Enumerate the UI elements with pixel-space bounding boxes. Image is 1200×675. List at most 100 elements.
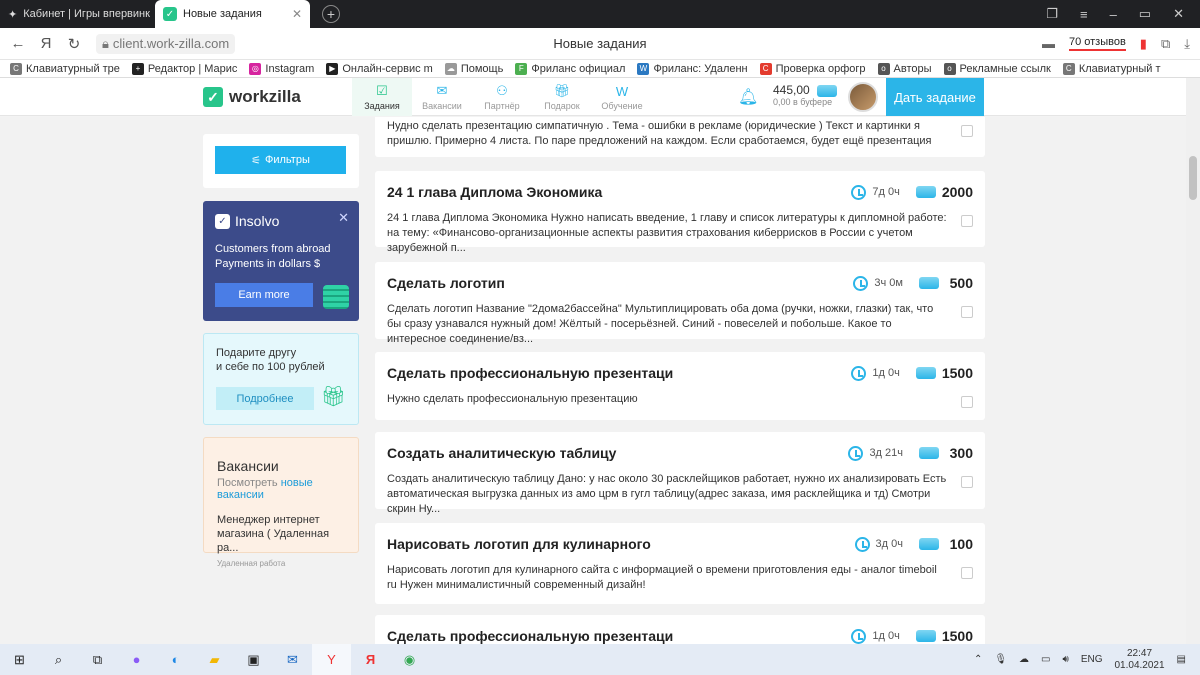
task-description: 24 1 глава Диплома Экономика Нужно напис… [387, 212, 947, 254]
task-checkbox[interactable] [961, 567, 973, 579]
mail-icon[interactable]: ✉ [273, 644, 312, 675]
nav-item-partner[interactable]: ⚇ Партнёр [472, 78, 532, 116]
edge-icon[interactable]: ◐ [156, 644, 195, 675]
task-price: 2000 [941, 184, 973, 200]
task-title[interactable]: 24 1 глава Диплома Экономика [387, 184, 602, 200]
extensions-icon[interactable]: ⧉ [1161, 36, 1170, 52]
earn-more-button[interactable]: Earn more [215, 283, 313, 307]
bookmark-item[interactable]: C Проверка орфогр [759, 62, 866, 75]
collections-icon[interactable]: ❐ [1046, 6, 1058, 22]
filter-sliders-icon: ⚟ [251, 154, 261, 167]
plus-icon: + [131, 62, 144, 75]
menu-icon[interactable]: ≡ [1080, 7, 1088, 22]
bookmark-item[interactable]: ◎ Instagram [249, 62, 314, 75]
task-title[interactable]: Сделать логотип [387, 275, 505, 291]
c-icon: C [759, 62, 772, 75]
maximize-icon[interactable]: ▭ [1139, 6, 1151, 22]
workzilla-logo[interactable]: ✓ workzilla [203, 87, 301, 107]
file-explorer-icon[interactable]: ▰ [195, 644, 234, 675]
close-tab-icon[interactable]: ✕ [292, 7, 302, 21]
checkmark-icon: ✓ [203, 87, 223, 107]
balance[interactable]: 445,00 0,00 в буфере [773, 83, 838, 107]
tab-title: Новые задания [183, 8, 262, 20]
vacancy-item[interactable]: Менеджер интернет магазина ( Удаленная р… [217, 513, 345, 555]
clock[interactable]: 22:47 01.04.2021 [1114, 648, 1164, 672]
avatar[interactable] [848, 82, 878, 112]
task-card[interactable]: Нудно сделать презентацию симпатичную . … [375, 117, 985, 157]
yandex-icon[interactable]: Я [32, 35, 60, 52]
reload-icon[interactable]: ↻ [60, 35, 88, 53]
scrollbar-thumb[interactable] [1189, 156, 1197, 200]
balance-amount: 445,00 [773, 83, 810, 97]
close-window-icon[interactable]: ✕ [1173, 6, 1184, 22]
nav-item-vacancies[interactable]: ✉ Вакансии [412, 78, 472, 116]
task-card[interactable]: Сделать профессиональную презентаци 1д 0ч… [375, 615, 985, 644]
cloud-icon[interactable]: ☁︎ [1019, 654, 1029, 665]
task-title[interactable]: Сделать профессиональную презентаци [387, 365, 673, 381]
tab-cabinet[interactable]: ✦ Кабинет | Игры впервинк [0, 0, 155, 28]
task-price: 1500 [941, 628, 973, 644]
bookmark-item[interactable]: F Фриланс официал [515, 62, 625, 75]
windows-start-icon[interactable]: ⊞ [0, 644, 39, 675]
download-icon[interactable]: ⤓ [1184, 36, 1190, 52]
ok-icon: о [877, 62, 890, 75]
w-icon: W [637, 62, 650, 75]
alice-icon[interactable]: ● [117, 644, 156, 675]
bookmark-item[interactable]: ☁ Помощь [444, 62, 503, 75]
scrollbar[interactable] [1186, 78, 1200, 644]
task-checkbox[interactable] [961, 306, 973, 318]
task-checkbox[interactable] [961, 125, 973, 137]
tab-new-tasks[interactable]: ✓ Новые задания ✕ [155, 0, 310, 28]
bookmark-item[interactable]: о Рекламные ссылк [943, 62, 1051, 75]
task-view-icon[interactable]: ⧉ [78, 644, 117, 675]
task-card[interactable]: Нарисовать логотип для кулинарного 3д 0ч 1… [375, 523, 985, 604]
chat-icon[interactable]: ▬ [1042, 36, 1055, 51]
search-icon[interactable]: ⌕ [39, 644, 78, 675]
language-indicator[interactable]: ENG [1081, 654, 1103, 665]
bookmark-item[interactable]: C Клавиатурный тре [10, 62, 120, 75]
bookmark-icon[interactable]: ▮ [1140, 36, 1147, 52]
nav-item-tasks[interactable]: ☑ Задания [352, 78, 412, 116]
task-card[interactable]: Сделать логотип 3ч 0м 500 Сделать логотип Н… [375, 262, 985, 345]
reviews-badge[interactable]: 70 отзывов [1068, 36, 1126, 51]
nav-item-education[interactable]: W Обучение [592, 78, 652, 116]
sparkle-icon: ✦ [8, 8, 18, 21]
tray-chevron-icon[interactable]: ⌃ [974, 654, 982, 665]
bell-icon[interactable]: 🔔︎ [738, 87, 758, 107]
task-title[interactable]: Создать аналитическую таблицу [387, 445, 616, 461]
bookmark-item[interactable]: C Клавиатурный т [1062, 62, 1161, 75]
c-icon: C [1062, 62, 1075, 75]
bookmark-item[interactable]: W Фриланс: Удаленн [637, 62, 748, 75]
notifications-icon[interactable]: ▤ [1177, 654, 1186, 665]
yandex-browser-icon[interactable]: Y [312, 644, 351, 675]
network-icon[interactable]: ▭ [1041, 654, 1050, 665]
task-header: 24 1 глава Диплома Экономика 7д 0ч 2000 [387, 183, 973, 201]
give-task-button[interactable]: Дать задание [886, 78, 984, 116]
new-tab-button[interactable]: + [322, 5, 340, 23]
url-field[interactable]: 🔒︎ client.work-zilla.com [96, 33, 236, 54]
task-card[interactable]: Создать аналитическую таблицу 3д 21ч 300 Со… [375, 432, 985, 515]
task-card[interactable]: Сделать профессиональную презентаци 1д 0ч… [375, 352, 985, 420]
task-checkbox[interactable] [961, 396, 973, 408]
main-nav: ☑ Задания ✉ Вакансии ⚇ Партнёр 🎁︎ Подарок W Обуче… [352, 78, 652, 116]
task-header: Сделать профессиональную презентаци 1д 0ч… [387, 627, 973, 644]
nav-item-gift[interactable]: 🎁︎ Подарок [532, 78, 592, 116]
bookmark-item[interactable]: + Редактор | Марис [131, 62, 237, 75]
referral-details-button[interactable]: Подробнее [216, 387, 314, 410]
back-icon[interactable]: ← [4, 35, 32, 52]
volume-icon[interactable]: 🔊︎ [1063, 654, 1069, 665]
yandex-icon[interactable]: Я [351, 644, 390, 675]
task-card[interactable]: 24 1 глава Диплома Экономика 7д 0ч 2000 24 … [375, 171, 985, 254]
task-checkbox[interactable] [961, 476, 973, 488]
bookmark-item[interactable]: ▶ Онлайн-сервис m [326, 62, 433, 75]
bookmark-item[interactable]: о Авторы [877, 62, 932, 75]
microphone-icon[interactable]: 🎙︎ [994, 654, 1007, 665]
task-title[interactable]: Нарисовать логотип для кулинарного [387, 536, 651, 552]
store-icon[interactable]: ▣ [234, 644, 273, 675]
close-icon[interactable]: ✕ [338, 210, 349, 226]
chrome-icon[interactable]: ◉ [390, 644, 429, 675]
filters-button[interactable]: ⚟ Фильтры [215, 146, 346, 174]
task-title[interactable]: Сделать профессиональную презентаци [387, 628, 673, 644]
task-checkbox[interactable] [961, 215, 973, 227]
minimize-icon[interactable]: – [1110, 7, 1117, 22]
